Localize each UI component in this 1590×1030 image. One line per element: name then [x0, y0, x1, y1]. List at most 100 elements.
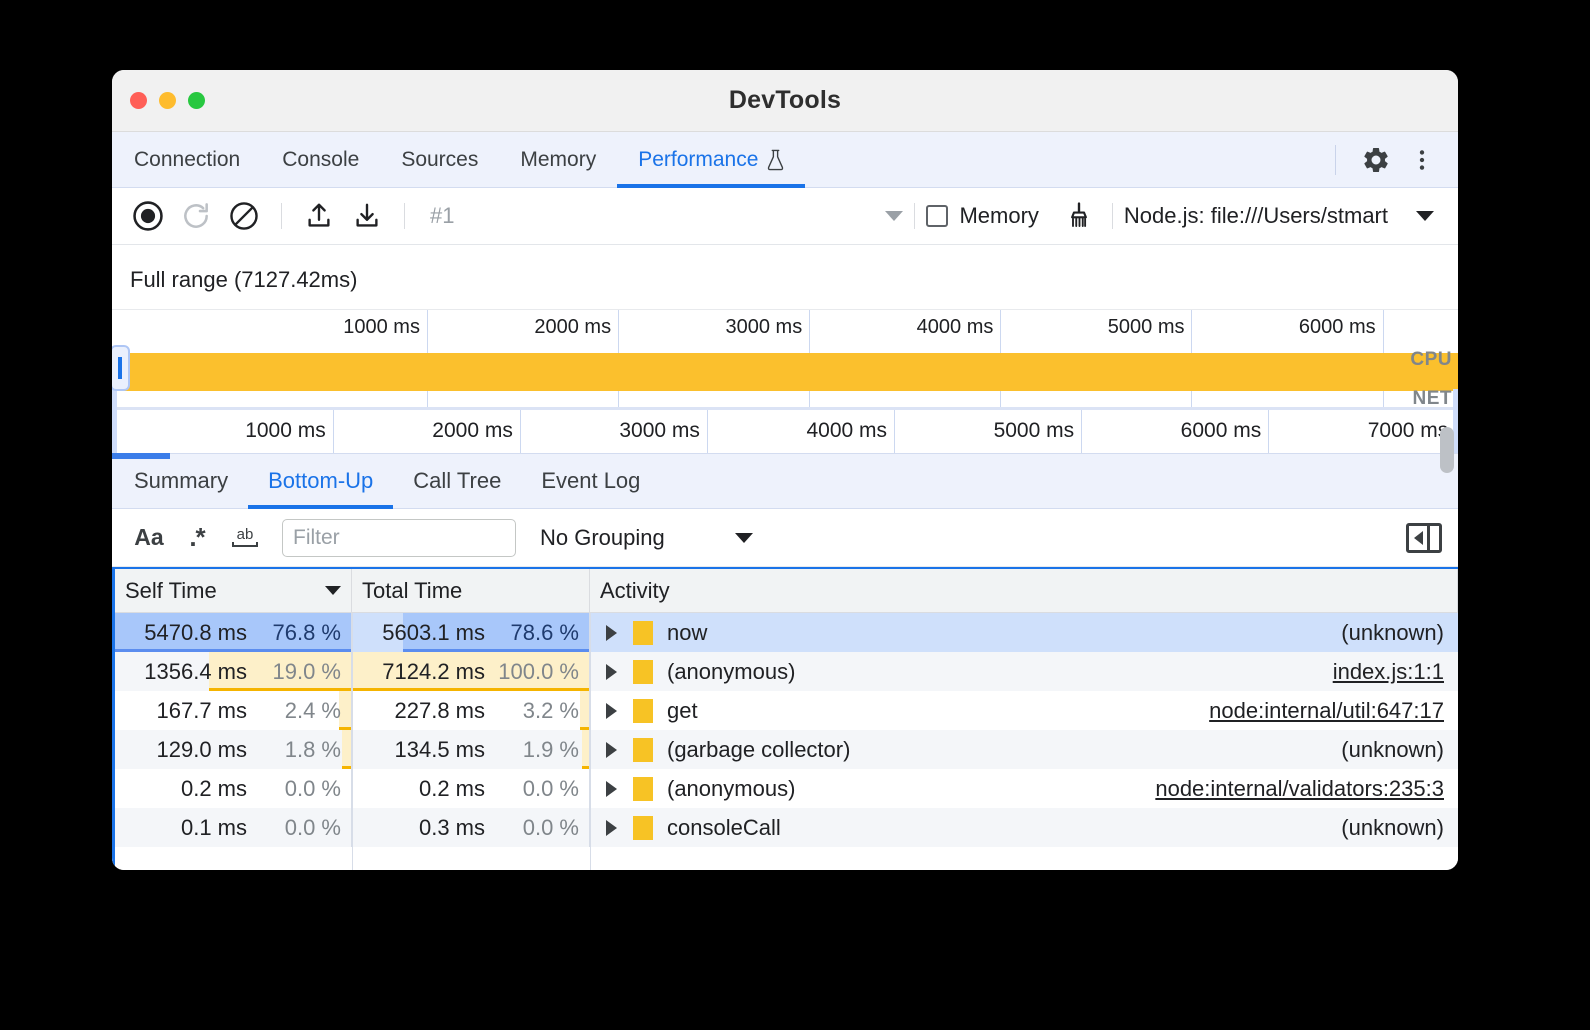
svg-text:ab: ab [237, 526, 254, 543]
tab-memory-label: Memory [520, 148, 596, 172]
settings-gear-icon[interactable] [1356, 140, 1396, 180]
table-row[interactable]: 167.7 ms 2.4 % 227.8 ms 3.2 % get node:i… [115, 691, 1458, 730]
detail-tab-event-log[interactable]: Event Log [521, 454, 660, 508]
total-time-value: 0.2 ms [419, 776, 485, 802]
table-row[interactable]: 1356.4 ms 19.0 % 7124.2 ms 100.0 % (anon… [115, 652, 1458, 691]
upload-profile-icon[interactable] [297, 194, 341, 238]
cell-activity: (anonymous) index.js:1:1 [590, 652, 1458, 691]
timeline-overview: Full range (7127.42ms) 1000 ms 2000 ms 3… [112, 245, 1458, 453]
detail-tab-strip: Summary Bottom-Up Call Tree Event Log [112, 453, 1458, 509]
show-sidebar-icon[interactable] [1406, 523, 1442, 553]
ruler-tick-label: 5000 ms [1108, 316, 1185, 339]
download-profile-icon[interactable] [345, 194, 389, 238]
self-time-value: 1356.4 ms [144, 659, 247, 685]
recording-toolbar: #1 Memory Node.js: file:///Users/stmart [112, 188, 1458, 245]
tab-connection[interactable]: Connection [112, 132, 261, 187]
more-options-icon[interactable] [1402, 140, 1442, 180]
expand-triangle-icon[interactable] [606, 742, 617, 758]
match-case-icon[interactable]: Aa [128, 517, 170, 559]
divider [404, 203, 405, 229]
expand-triangle-icon[interactable] [606, 820, 617, 836]
category-color-swatch [633, 738, 653, 762]
broom-icon[interactable] [1057, 194, 1101, 238]
session-selector-value[interactable]: #1 [430, 203, 454, 229]
expand-triangle-icon[interactable] [606, 664, 617, 680]
cell-total-time: 0.2 ms 0.0 % [352, 769, 590, 808]
total-time-percent: 0.0 % [485, 776, 579, 802]
devtools-window: DevTools Connection Console Sources Memo… [112, 70, 1458, 870]
self-time-value: 5470.8 ms [144, 620, 247, 646]
cell-activity: now (unknown) [590, 613, 1458, 652]
self-time-percent: 0.0 % [247, 815, 341, 841]
detail-tab-call-tree[interactable]: Call Tree [393, 454, 521, 508]
column-header-activity[interactable]: Activity [590, 569, 1458, 612]
ruler-tick-label: 7000 ms [1368, 419, 1449, 443]
activity-name: consoleCall [667, 815, 781, 841]
tab-sources[interactable]: Sources [380, 132, 499, 187]
activity-source-link[interactable]: index.js:1:1 [1333, 659, 1458, 685]
total-time-value: 0.3 ms [419, 815, 485, 841]
activity-name: get [667, 698, 698, 724]
detail-tab-event-log-label: Event Log [541, 468, 640, 494]
column-header-total-time[interactable]: Total Time [352, 569, 590, 612]
activity-source: (unknown) [1341, 815, 1458, 841]
overview-scrollbar-thumb[interactable] [1440, 427, 1454, 473]
whole-word-icon[interactable]: ab [224, 517, 266, 559]
ruler-tick-label: 3000 ms [619, 419, 700, 443]
activity-source-link[interactable]: node:internal/validators:235:3 [1155, 776, 1458, 802]
tab-memory[interactable]: Memory [499, 132, 617, 187]
expand-triangle-icon[interactable] [606, 625, 617, 641]
detail-tab-call-tree-label: Call Tree [413, 468, 501, 494]
overview-ruler-bottom: 1000 ms 2000 ms 3000 ms 4000 ms 5000 ms … [112, 409, 1458, 453]
tab-console[interactable]: Console [261, 132, 380, 187]
memory-checkbox[interactable] [926, 205, 948, 227]
column-header-self-time[interactable]: Self Time [115, 569, 352, 612]
total-time-percent: 78.6 % [485, 620, 579, 646]
total-time-percent: 1.9 % [485, 737, 579, 763]
cell-total-time: 134.5 ms 1.9 % [352, 730, 590, 769]
cell-activity: consoleCall (unknown) [590, 808, 1458, 847]
activity-name: now [667, 620, 707, 646]
ruler-tick-label: 3000 ms [726, 316, 803, 339]
overview-window-left-edge[interactable] [112, 389, 117, 453]
devtools-tab-strip: Connection Console Sources Memory Perfor… [112, 132, 1458, 188]
activity-name: (garbage collector) [667, 737, 850, 763]
expand-triangle-icon[interactable] [606, 781, 617, 797]
total-time-value: 227.8 ms [395, 698, 486, 724]
detail-tab-bottom-up-label: Bottom-Up [268, 468, 373, 494]
self-time-percent: 0.0 % [247, 776, 341, 802]
ruler-tick-label: 4000 ms [917, 316, 994, 339]
tab-connection-label: Connection [134, 148, 240, 172]
cell-activity: get node:internal/util:647:17 [590, 691, 1458, 730]
ruler-tick-label: 6000 ms [1181, 419, 1262, 443]
table-row[interactable]: 0.2 ms 0.0 % 0.2 ms 0.0 % (anonymous) no… [115, 769, 1458, 808]
reload-icon[interactable] [174, 194, 218, 238]
target-chevron-down-icon[interactable] [1416, 211, 1434, 221]
target-selector-label[interactable]: Node.js: file:///Users/stmart [1124, 203, 1388, 229]
ruler-tick-label: 5000 ms [994, 419, 1075, 443]
table-row[interactable]: 0.1 ms 0.0 % 0.3 ms 0.0 % consoleCall (u… [115, 808, 1458, 847]
record-icon[interactable] [126, 194, 170, 238]
detail-tab-bottom-up[interactable]: Bottom-Up [248, 454, 393, 508]
detail-tab-summary[interactable]: Summary [112, 454, 248, 508]
total-time-percent: 3.2 % [485, 698, 579, 724]
overview-left-drag-handle[interactable] [112, 345, 130, 391]
grouping-selector[interactable]: No Grouping [540, 525, 753, 551]
memory-checkbox-group[interactable]: Memory [926, 203, 1038, 229]
detail-tab-summary-label: Summary [134, 468, 228, 494]
tab-performance[interactable]: Performance [617, 132, 805, 187]
regex-icon[interactable]: .* [176, 517, 218, 559]
search-input[interactable] [282, 519, 516, 557]
grouping-chevron-down-icon[interactable] [735, 533, 753, 543]
chevron-down-icon[interactable] [885, 211, 903, 221]
total-time-percent: 100.0 % [485, 659, 579, 685]
cell-activity: (garbage collector) (unknown) [590, 730, 1458, 769]
clear-icon[interactable] [222, 194, 266, 238]
table-row[interactable]: 129.0 ms 1.8 % 134.5 ms 1.9 % (garbage c… [115, 730, 1458, 769]
activity-source-link[interactable]: node:internal/util:647:17 [1209, 698, 1458, 724]
table-row[interactable]: 5470.8 ms 76.8 % 5603.1 ms 78.6 % now (u… [115, 613, 1458, 652]
cell-self-time: 0.1 ms 0.0 % [115, 808, 352, 847]
self-time-value: 0.1 ms [181, 815, 247, 841]
expand-triangle-icon[interactable] [606, 703, 617, 719]
column-header-total-time-label: Total Time [362, 578, 462, 604]
